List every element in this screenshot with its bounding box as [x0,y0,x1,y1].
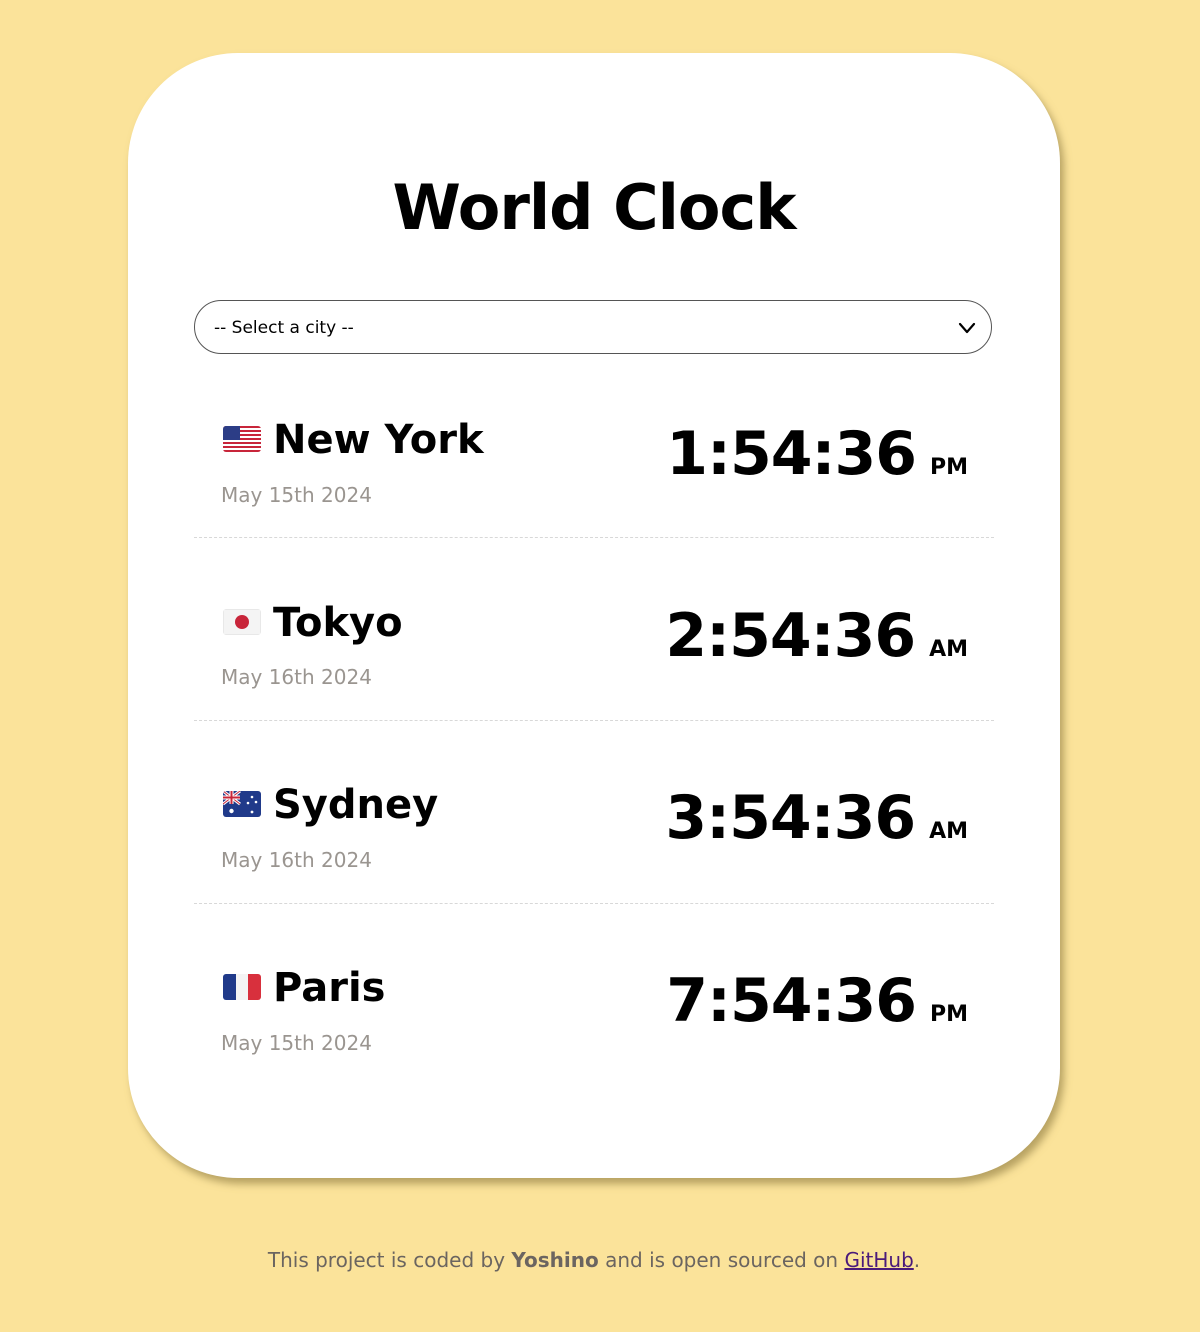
footer: This project is coded by Yoshino and is … [0,1246,1188,1274]
city-select[interactable]: -- Select a city -- [194,300,992,354]
footer-middle: and is open sourced on [598,1248,845,1272]
city-name: Tokyo [273,600,403,646]
chevron-down-icon [958,322,976,334]
city-time: 2:54:36 AM [665,601,968,671]
time-value: 3:54:36 [665,783,916,853]
city-row-new-york: New York May 15th 2024 1:54:36 PM [194,355,994,538]
city-row-tokyo: Tokyo May 16th 2024 2:54:36 AM [194,538,994,721]
time-period: AM [929,819,968,844]
footer-author: Yoshino [511,1248,599,1272]
city-date: May 15th 2024 [221,1031,372,1055]
page-title: World Clock [392,171,797,244]
city-name: New York [273,417,484,463]
city-time: 1:54:36 PM [666,419,968,489]
au-flag-icon [223,791,261,817]
time-period: AM [929,637,968,662]
time-value: 1:54:36 [666,419,917,489]
city-date: May 16th 2024 [221,665,372,689]
city-name: Sydney [273,782,439,828]
city-date: May 16th 2024 [221,848,372,872]
us-flag-icon [223,426,261,452]
city-date: May 15th 2024 [221,483,372,507]
time-value: 2:54:36 [665,601,916,671]
time-value: 7:54:36 [666,966,917,1036]
fr-flag-icon [223,974,261,1000]
time-period: PM [929,455,968,480]
footer-prefix: This project is coded by [267,1248,512,1272]
city-row-sydney: Sydney May 16th 2024 3:54:36 AM [194,721,994,904]
jp-flag-icon [223,609,261,635]
city-name: Paris [273,965,386,1011]
city-select-value: -- Select a city -- [214,318,354,338]
city-row-paris: Paris May 15th 2024 7:54:36 PM [194,904,994,1086]
github-link[interactable]: GitHub [844,1248,913,1272]
city-time: 7:54:36 PM [666,966,968,1036]
footer-suffix: . [913,1248,921,1272]
city-time: 3:54:36 AM [665,783,968,853]
time-period: PM [929,1002,968,1027]
